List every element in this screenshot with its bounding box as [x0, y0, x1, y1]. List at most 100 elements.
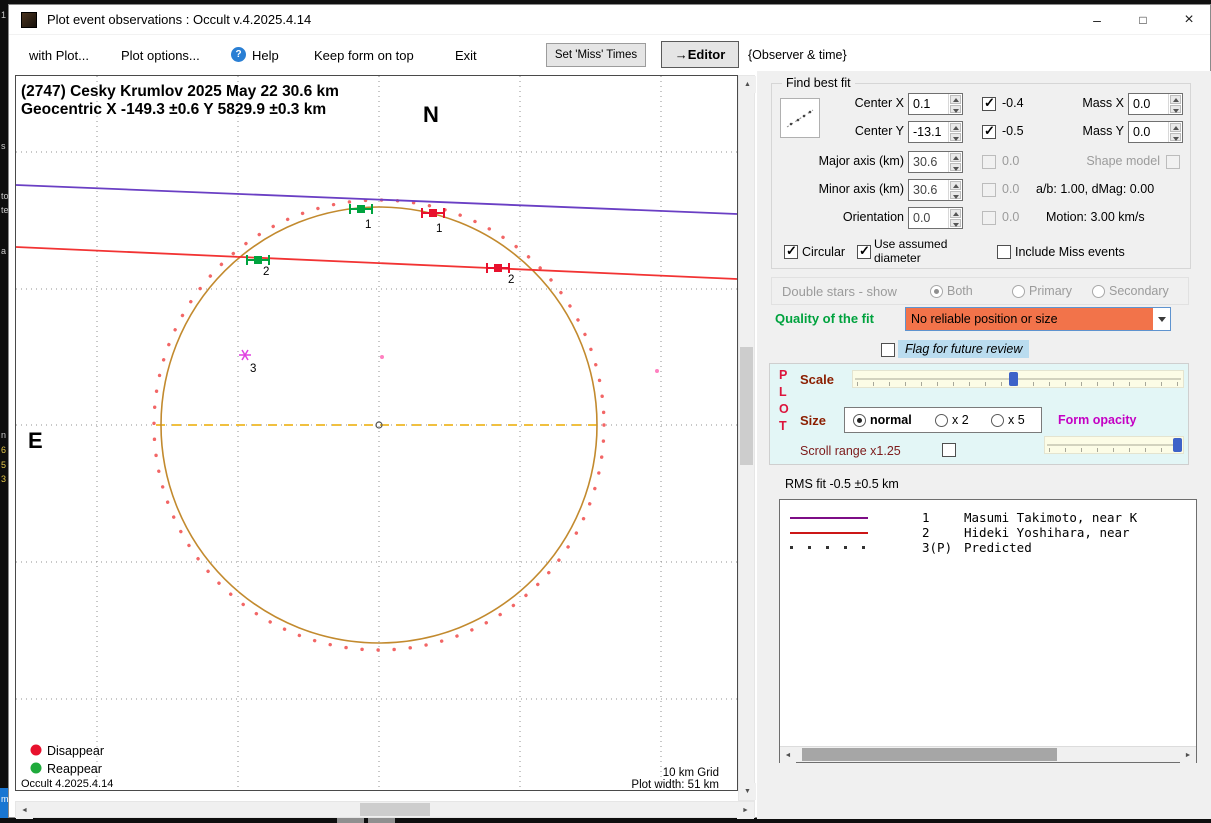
chord2-disappear-marker[interactable]	[487, 263, 509, 273]
mass-x-spinner[interactable]	[1168, 94, 1182, 114]
help-icon[interactable]	[231, 47, 246, 62]
form-opacity-slider[interactable]	[1044, 436, 1184, 454]
occult-plot-window: Plot event observations : Occult v.4.202…	[8, 4, 1211, 818]
offset-x-checkbox[interactable]	[982, 97, 996, 111]
circular-label: Circular	[802, 245, 845, 259]
spin-up-icon[interactable]	[950, 181, 961, 190]
size-x2-label: x 2	[952, 413, 969, 427]
edge-fragment: s	[1, 141, 6, 151]
minimize-button[interactable]: –	[1074, 5, 1120, 35]
spin-down-icon[interactable]	[950, 191, 961, 200]
menu-keep-form-on-top[interactable]: Keep form on top	[314, 48, 414, 63]
observer-time-label[interactable]: {Observer & time}	[748, 48, 847, 62]
scale-slider[interactable]	[852, 370, 1184, 388]
hscroll-thumb[interactable]	[360, 803, 430, 816]
center-y-input[interactable]: -13.1	[908, 121, 963, 143]
mass-y-value[interactable]: 0.0	[1129, 122, 1168, 142]
scroll-left-button[interactable]	[16, 802, 33, 819]
plot-options-panel: P L O T Scale Size normal x 2 x 5 Form o…	[769, 363, 1189, 465]
minor-axis-input[interactable]: 30.6	[908, 179, 963, 201]
spin-down-icon[interactable]	[950, 219, 961, 228]
titlebar[interactable]: Plot event observations : Occult v.4.202…	[9, 5, 1210, 35]
center-x-input[interactable]: 0.1	[908, 93, 963, 115]
include-miss-checkbox[interactable]	[997, 245, 1011, 259]
dropdown-arrow-icon[interactable]	[1153, 308, 1170, 330]
center-y-label: Center Y	[812, 124, 904, 138]
center-x-spinner[interactable]	[948, 94, 962, 114]
mass-y-input[interactable]: 0.0	[1128, 121, 1183, 143]
minor-axis-spinner[interactable]	[948, 180, 962, 200]
major-axis-spinner[interactable]	[948, 152, 962, 172]
orientation-spinner[interactable]	[948, 208, 962, 228]
minor-axis-value[interactable]: 30.6	[909, 180, 948, 200]
quality-selected-value[interactable]: No reliable position or size	[906, 308, 1153, 330]
orientation-value[interactable]: 0.0	[909, 208, 948, 228]
grid-scale-label: 10 km Grid	[663, 767, 719, 779]
spin-down-icon[interactable]	[1170, 105, 1181, 114]
scroll-left-button[interactable]	[780, 747, 796, 763]
plot-canvas[interactable]: (2747) Cesky Krumlov 2025 May 22 30.6 km…	[15, 75, 738, 791]
ds-both-radio	[930, 285, 943, 298]
plot-vscrollbar[interactable]	[738, 75, 755, 801]
chord-1-line[interactable]	[16, 185, 737, 214]
close-button[interactable]: ×	[1166, 5, 1211, 35]
observer-number: 1	[922, 510, 930, 525]
scale-slider-thumb[interactable]	[1009, 372, 1018, 386]
scroll-down-button[interactable]	[739, 783, 756, 800]
spin-down-icon[interactable]	[950, 133, 961, 142]
plot-hscrollbar[interactable]	[15, 801, 755, 818]
maximize-button[interactable]: □	[1120, 5, 1166, 35]
spin-up-icon[interactable]	[1170, 95, 1181, 104]
major-axis-input[interactable]: 30.6	[908, 151, 963, 173]
scroll-range-checkbox[interactable]	[942, 443, 956, 457]
spin-up-icon[interactable]	[950, 95, 961, 104]
center-y-value[interactable]: -13.1	[909, 122, 948, 142]
quality-combobox[interactable]: No reliable position or size	[905, 307, 1171, 331]
spin-down-icon[interactable]	[1170, 133, 1181, 142]
scroll-right-button[interactable]	[737, 802, 754, 819]
center-x-value[interactable]: 0.1	[909, 94, 948, 114]
form-opacity-slider-thumb[interactable]	[1173, 438, 1182, 452]
set-miss-times-button[interactable]: Set 'Miss' Times	[546, 43, 646, 67]
size-normal-radio[interactable]	[853, 414, 866, 427]
offset-y-checkbox[interactable]	[982, 125, 996, 139]
spin-down-icon[interactable]	[950, 105, 961, 114]
menu-help[interactable]: Help	[252, 48, 279, 63]
spin-up-icon[interactable]	[1170, 123, 1181, 132]
use-assumed-checkbox[interactable]	[857, 245, 871, 259]
spin-up-icon[interactable]	[950, 123, 961, 132]
mass-y-label: Mass Y	[1060, 124, 1124, 138]
chord1-reappear-marker[interactable]	[350, 204, 372, 214]
minor-axis-label: Minor axis (km)	[782, 182, 904, 196]
spin-down-icon[interactable]	[950, 163, 961, 172]
major-axis-value[interactable]: 30.6	[909, 152, 948, 172]
vscroll-thumb[interactable]	[740, 347, 753, 465]
spin-up-icon[interactable]	[950, 153, 961, 162]
list-hscrollbar[interactable]	[780, 746, 1196, 762]
chord-2-line[interactable]	[16, 247, 737, 279]
list-hscroll-thumb[interactable]	[802, 748, 1057, 761]
center-y-spinner[interactable]	[948, 122, 962, 142]
include-miss-label: Include Miss events	[1015, 245, 1125, 259]
size-x2-radio[interactable]	[935, 414, 948, 427]
mass-x-input[interactable]: 0.0	[1128, 93, 1183, 115]
menu-with-plot[interactable]: with Plot...	[29, 48, 89, 63]
circular-checkbox[interactable]	[784, 245, 798, 259]
menu-exit[interactable]: Exit	[455, 48, 477, 63]
observer-list[interactable]: 1 Masumi Takimoto, near K 2 Hideki Yoshi…	[779, 499, 1197, 763]
scroll-right-button[interactable]	[1180, 747, 1196, 763]
editor-button[interactable]: →Editor	[661, 41, 739, 68]
mass-y-spinner[interactable]	[1168, 122, 1182, 142]
group-title: Find best fit	[782, 76, 855, 90]
orientation-input[interactable]: 0.0	[908, 207, 963, 229]
size-x5-radio[interactable]	[991, 414, 1004, 427]
spin-up-icon[interactable]	[950, 209, 961, 218]
mass-x-value[interactable]: 0.0	[1129, 94, 1168, 114]
scroll-up-button[interactable]	[739, 76, 756, 93]
mass-x-label: Mass X	[1060, 96, 1124, 110]
flag-review-checkbox[interactable]	[881, 343, 895, 357]
grid-lines	[16, 76, 737, 790]
orientation-zero-value: 0.0	[1002, 210, 1019, 224]
menu-plot-options[interactable]: Plot options...	[121, 48, 200, 63]
offset-y-value: -0.5	[1002, 124, 1024, 138]
